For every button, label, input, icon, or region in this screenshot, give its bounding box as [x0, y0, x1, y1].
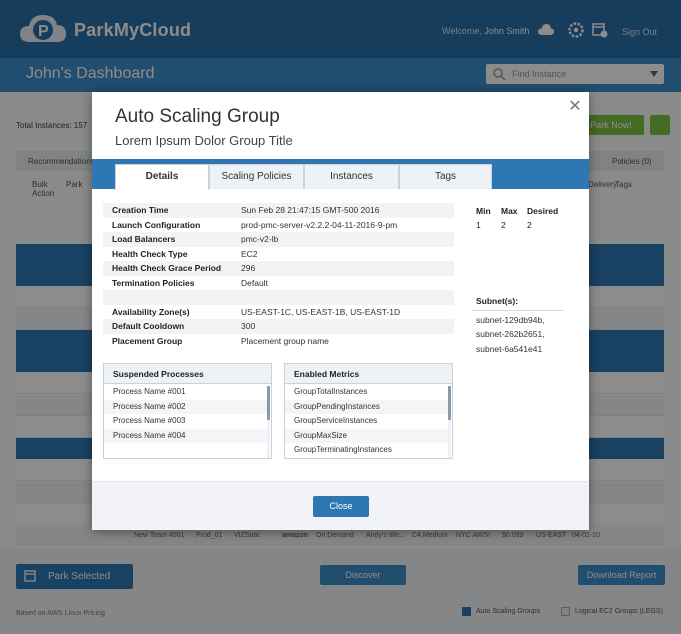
- desired-label: Desired: [527, 206, 559, 216]
- list-item[interactable]: Process Name #004: [104, 428, 267, 443]
- min-label: Min: [476, 206, 491, 216]
- detail-row-creation-time: Creation Time Sun Feb 28 21:47:15 GMT-50…: [103, 203, 454, 218]
- detail-row-health-check-grace-period: Health Check Grace Period 296: [103, 261, 454, 276]
- list-item[interactable]: Process Name #003: [104, 414, 267, 429]
- close-button[interactable]: Close: [313, 496, 369, 517]
- subnet-item: subnet-262b2651,: [476, 329, 545, 339]
- subnets-label: Subnet(s):: [476, 296, 519, 306]
- subnet-item: subnet-129db94b,: [476, 315, 545, 325]
- detail-row-spacer: [103, 290, 454, 305]
- subnet-item: subnet-6a541e41: [476, 344, 543, 354]
- detail-label: Termination Policies: [112, 277, 195, 288]
- detail-value: Default: [241, 277, 268, 288]
- enabled-metrics-panel: Enabled Metrics GroupTotalInstances Grou…: [284, 363, 453, 459]
- max-label: Max: [501, 206, 518, 216]
- detail-label: Creation Time: [112, 205, 169, 215]
- tab-instances[interactable]: Instances: [304, 164, 399, 189]
- detail-value: 300: [241, 321, 256, 331]
- detail-value: Sun Feb 28 21:47:15 GMT-500 2016: [241, 205, 380, 215]
- detail-value: Placement group name: [241, 335, 329, 346]
- scrollbar-thumb[interactable]: [267, 386, 270, 420]
- panel-title: Suspended Processes: [104, 364, 271, 384]
- detail-label: Availability Zone(s): [112, 306, 190, 317]
- list-item[interactable]: GroupPendingInstances: [285, 399, 448, 414]
- dialog-subtitle: Lorem Ipsum Dolor Group Title: [115, 133, 293, 148]
- list-item[interactable]: GroupTerminatingInstances: [285, 443, 448, 458]
- tab-tags[interactable]: Tags: [399, 164, 492, 189]
- detail-row-termination-policies: Termination Policies Default: [103, 276, 454, 291]
- detail-value: US-EAST-1C, US-EAST-1B, US-EAST-1D: [241, 306, 401, 317]
- detail-value: EC2: [241, 248, 258, 259]
- suspended-processes-panel: Suspended Processes Process Name #001 Pr…: [103, 363, 272, 459]
- dialog-title: Auto Scaling Group: [115, 106, 280, 127]
- tab-scaling-policies[interactable]: Scaling Policies: [209, 164, 304, 189]
- detail-label: Placement Group: [112, 335, 183, 346]
- list-item[interactable]: Process Name #002: [104, 399, 267, 414]
- detail-label: Launch Configuration: [112, 219, 201, 230]
- tab-details[interactable]: Details: [115, 164, 209, 190]
- list-item[interactable]: GroupServiceInstances: [285, 414, 448, 429]
- detail-row-health-check-type: Health Check Type EC2: [103, 247, 454, 262]
- panel-title: Enabled Metrics: [285, 364, 452, 384]
- min-value: 1: [476, 220, 481, 230]
- list-item[interactable]: Process Name #001: [104, 385, 267, 400]
- detail-value: prod-pmc-server-v2.2.2-04-11-2016-9-pm: [241, 219, 398, 230]
- detail-label: Health Check Grace Period: [112, 263, 222, 273]
- detail-value: 296: [241, 263, 256, 273]
- suspended-processes-list[interactable]: Process Name #001 Process Name #002 Proc…: [104, 385, 267, 443]
- detail-label: Load Balancers: [112, 234, 176, 244]
- detail-value: pmc-v2-lb: [241, 234, 279, 244]
- list-item[interactable]: GroupMaxSize: [285, 428, 448, 443]
- auto-scaling-group-dialog: Auto Scaling Group Lorem Ipsum Dolor Gro…: [92, 92, 589, 530]
- detail-label: Default Cooldown: [112, 321, 185, 331]
- detail-label: Health Check Type: [112, 248, 188, 259]
- list-item[interactable]: GroupTotalInstances: [285, 385, 448, 400]
- max-value: 2: [501, 220, 506, 230]
- detail-row-default-cooldown: Default Cooldown 300: [103, 319, 454, 334]
- detail-row-load-balancers: Load Balancers pmc-v2-lb: [103, 232, 454, 247]
- enabled-metrics-list[interactable]: GroupTotalInstances GroupPendingInstance…: [285, 385, 448, 458]
- detail-row-placement-group: Placement Group Placement group name: [103, 334, 454, 349]
- subnets-divider: [472, 310, 564, 311]
- scrollbar-thumb[interactable]: [448, 386, 451, 420]
- desired-value: 2: [527, 220, 532, 230]
- detail-row-availability-zones: Availability Zone(s) US-EAST-1C, US-EAST…: [103, 305, 454, 320]
- details-table: Creation Time Sun Feb 28 21:47:15 GMT-50…: [103, 203, 454, 348]
- close-icon[interactable]: ✕: [568, 99, 582, 115]
- detail-row-launch-configuration: Launch Configuration prod-pmc-server-v2.…: [103, 218, 454, 233]
